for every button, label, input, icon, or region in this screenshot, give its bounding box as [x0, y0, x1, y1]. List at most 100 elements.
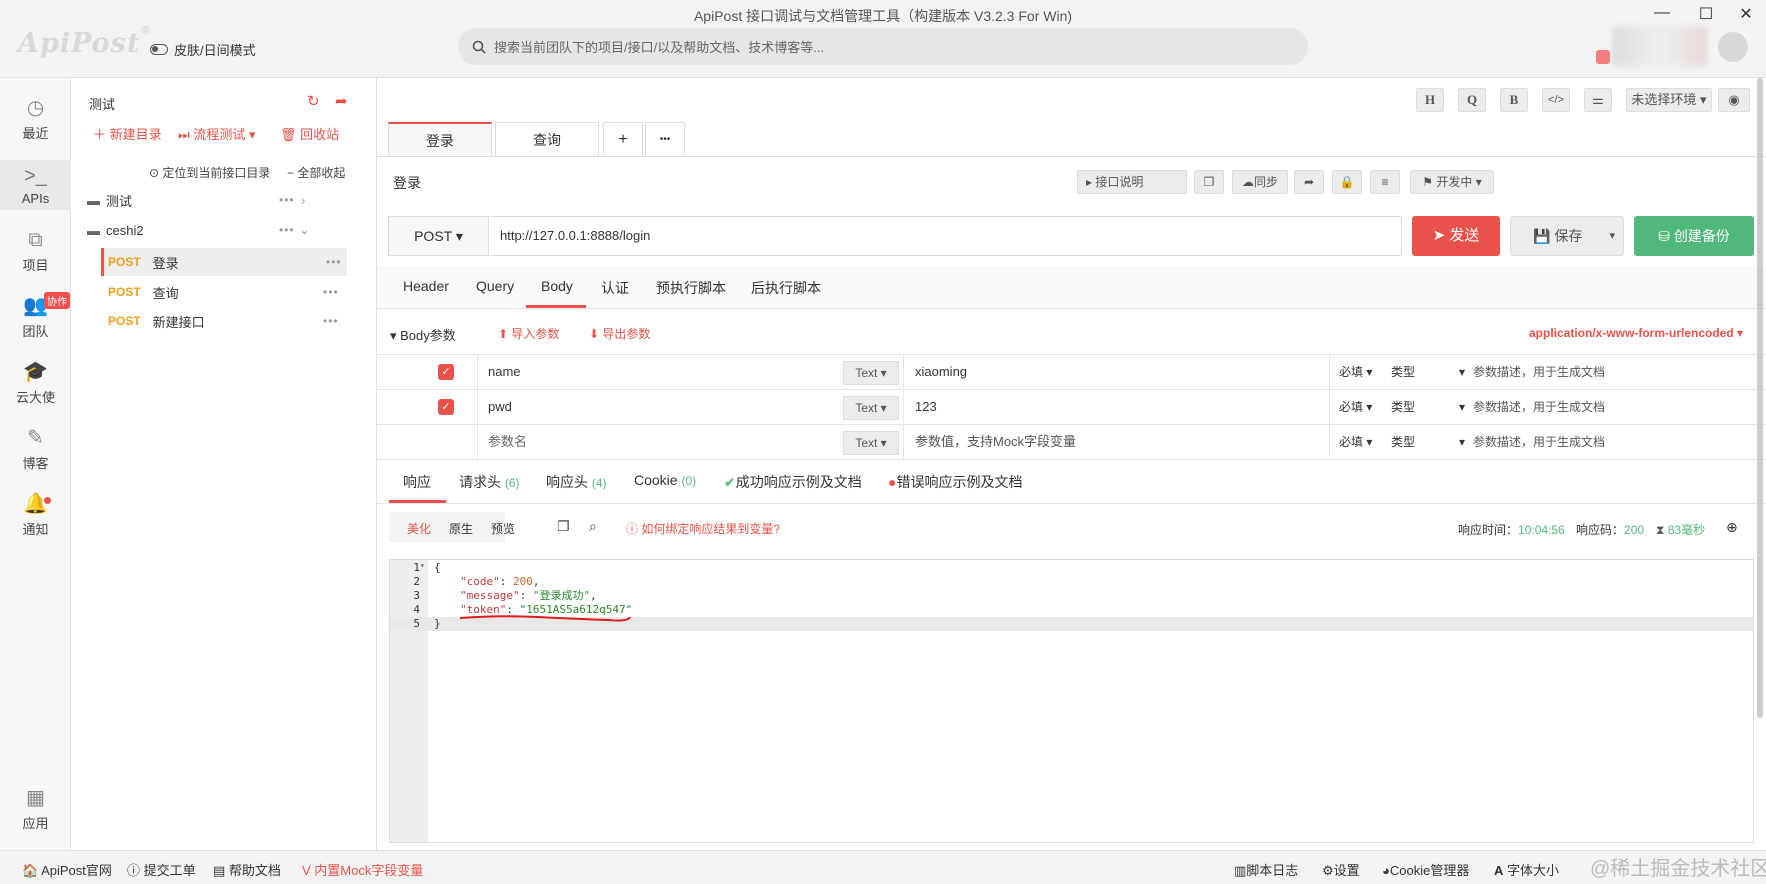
nav-ambassador[interactable]: 🎓 云大使 [0, 360, 71, 406]
sliders-icon[interactable]: ⚌ [1584, 88, 1612, 112]
param-checkbox[interactable]: ✓ [438, 399, 454, 415]
tab-header[interactable]: Header [403, 278, 449, 294]
tab-auth[interactable]: 认证 [601, 278, 629, 298]
add-tab-button[interactable]: + [603, 122, 643, 156]
heading-button[interactable]: H [1416, 88, 1444, 112]
nav-project[interactable]: ⧉ 项目 [0, 228, 71, 274]
tab-response-headers[interactable]: 响应头 (4) [546, 472, 607, 492]
nav-blog[interactable]: ✎ 博客 [0, 426, 71, 472]
more-icon[interactable]: ••• [323, 314, 339, 328]
tab-query-params[interactable]: Query [476, 278, 514, 294]
param-desc-input[interactable]: 参数描述，用于生成文档 [1473, 355, 1605, 389]
view-raw[interactable]: 原生 [449, 520, 473, 537]
param-value-input[interactable]: 123 [915, 390, 937, 424]
param-type-select[interactable]: Text ▾ [843, 396, 899, 420]
collapse-all-button[interactable]: − 全部收起 [287, 164, 345, 181]
tab-post-script[interactable]: 后执行脚本 [751, 278, 821, 298]
tab-response[interactable]: 响应 [403, 472, 431, 492]
param-type-select[interactable]: Text ▾ [843, 431, 899, 455]
download-icon[interactable]: ⊕ [1726, 519, 1738, 536]
global-search-input[interactable]: 搜索当前团队下的项目/接口/以及帮助文档、技术博客等... [458, 28, 1308, 65]
tab-query[interactable]: 查询 [495, 122, 599, 156]
tab-login[interactable]: 登录 [388, 122, 492, 156]
more-icon[interactable]: ••• [323, 285, 339, 299]
param-datatype-select[interactable]: 类型 ▾ [1391, 355, 1465, 389]
refresh-icon[interactable]: ↻ [307, 92, 320, 110]
send-button[interactable]: ➤ 发送 [1412, 216, 1500, 256]
maximize-button[interactable]: ☐ [1692, 4, 1720, 26]
param-value-input[interactable]: xiaoming [915, 355, 967, 389]
eye-icon[interactable]: ◉ [1718, 88, 1750, 112]
param-type-select[interactable]: Text ▾ [843, 361, 899, 385]
param-value-input[interactable]: 参数值，支持Mock字段变量 [915, 425, 1076, 459]
content-type-select[interactable]: application/x-www-form-urlencoded ▾ [1529, 326, 1743, 340]
more-icon[interactable]: ••• [279, 223, 295, 237]
cookie-manager-button[interactable]: ◕Cookie管理器 [1382, 860, 1469, 879]
share-icon[interactable]: ➦ [335, 92, 348, 110]
tab-more-button[interactable]: ••• [645, 122, 685, 156]
share-icon[interactable]: ➦ [1294, 170, 1324, 194]
param-required-select[interactable]: 必填 ▾ [1339, 390, 1372, 424]
param-desc-input[interactable]: 参数描述，用于生成文档 [1473, 425, 1605, 459]
param-required-select[interactable]: 必填 ▾ [1339, 355, 1372, 389]
bold-button[interactable]: B [1500, 88, 1528, 112]
tab-body[interactable]: Body [541, 278, 573, 294]
api-item[interactable]: POST 新建接口 ••• [101, 307, 347, 335]
api-item-active[interactable]: POST 登录 ••• [101, 248, 347, 276]
copy-icon[interactable]: ❐ [1194, 170, 1224, 194]
locate-button[interactable]: ⊙ 定位到当前接口目录 [149, 164, 270, 181]
param-key-input[interactable]: pwd [488, 390, 512, 424]
import-params-button[interactable]: ⬆ 导入参数 [498, 325, 559, 342]
view-preview[interactable]: 预览 [491, 520, 515, 537]
nav-notify[interactable]: 🔔 通知 [0, 492, 71, 538]
param-key-input[interactable]: name [488, 355, 521, 389]
script-log-button[interactable]: ▥脚本日志 [1234, 860, 1298, 879]
avatar[interactable] [1718, 32, 1748, 62]
param-datatype-select[interactable]: 类型 ▾ [1391, 390, 1465, 424]
param-checkbox[interactable]: ✓ [438, 364, 454, 380]
folder-row[interactable]: ▬ 测试 ••• › [71, 186, 377, 214]
env-select[interactable]: 未选择环境 ▾ [1626, 88, 1712, 112]
lock-icon[interactable]: 🔒 [1332, 170, 1362, 194]
more-icon[interactable]: ••• [326, 255, 342, 269]
official-site-link[interactable]: 🏠 ApiPost官网 [22, 860, 112, 879]
user-info[interactable] [1612, 26, 1708, 66]
search-icon[interactable]: ⌕ [589, 518, 597, 535]
nav-recent[interactable]: ◷ 最近 [0, 96, 71, 142]
tab-request-headers[interactable]: 请求头 (6) [459, 472, 520, 492]
chevron-down-icon[interactable]: ▾ [1609, 217, 1615, 255]
skin-mode-toggle[interactable]: 皮肤/日间模式 [150, 40, 256, 59]
settings-button[interactable]: ⚙设置 [1322, 860, 1360, 879]
nav-apis[interactable]: >_ APIs [0, 160, 71, 210]
folder-row[interactable]: ▬ ceshi2 ••• ⌄ [71, 216, 377, 244]
tab-cookie[interactable]: Cookie (0) [634, 472, 696, 488]
save-button[interactable]: 💾 保存 ▾ [1510, 216, 1624, 256]
param-datatype-select[interactable]: 类型 ▾ [1391, 425, 1465, 459]
view-beautify[interactable]: 美化 [407, 520, 431, 537]
tab-pre-script[interactable]: 预执行脚本 [656, 278, 726, 298]
close-button[interactable]: ✕ [1732, 4, 1760, 26]
nav-apps[interactable]: ▦ 应用 [0, 786, 71, 832]
scrollbar[interactable] [1757, 78, 1763, 718]
tab-error-doc[interactable]: ●错误响应示例及文档 [888, 472, 1022, 492]
new-folder-button[interactable]: ＋ 新建目录 [93, 124, 162, 143]
copy-icon[interactable]: ❐ [557, 518, 570, 535]
fold-icon[interactable]: ▾ [420, 561, 425, 570]
minimize-button[interactable]: — [1648, 4, 1676, 26]
method-select[interactable]: POST ▾ [388, 216, 489, 256]
tab-success-doc[interactable]: ✔成功响应示例及文档 [724, 472, 862, 492]
response-editor[interactable]: 1 2 3 4 5 ▾ { "code": 200, "message": "登… [389, 559, 1754, 843]
q-button[interactable]: Q [1458, 88, 1486, 112]
mock-vars-link[interactable]: V 内置Mock字段变量 [302, 860, 423, 879]
param-key-input[interactable]: 参数名 [488, 425, 527, 459]
body-params-toggle[interactable]: ▾ Body参数 [390, 325, 456, 344]
export-params-button[interactable]: ⬇ 导出参数 [589, 325, 650, 342]
help-docs-link[interactable]: ▤ 帮助文档 [213, 860, 281, 879]
param-desc-input[interactable]: 参数描述，用于生成文档 [1473, 390, 1605, 424]
backup-button[interactable]: ⛁ 创建备份 [1634, 216, 1754, 256]
code-button[interactable]: </> [1542, 88, 1570, 112]
doc-button[interactable]: ▸ 接口说明 [1077, 170, 1187, 194]
param-required-select[interactable]: 必填 ▾ [1339, 425, 1372, 459]
more-icon[interactable]: ••• [279, 193, 295, 207]
url-input[interactable]: http://127.0.0.1:8888/login [500, 228, 650, 243]
